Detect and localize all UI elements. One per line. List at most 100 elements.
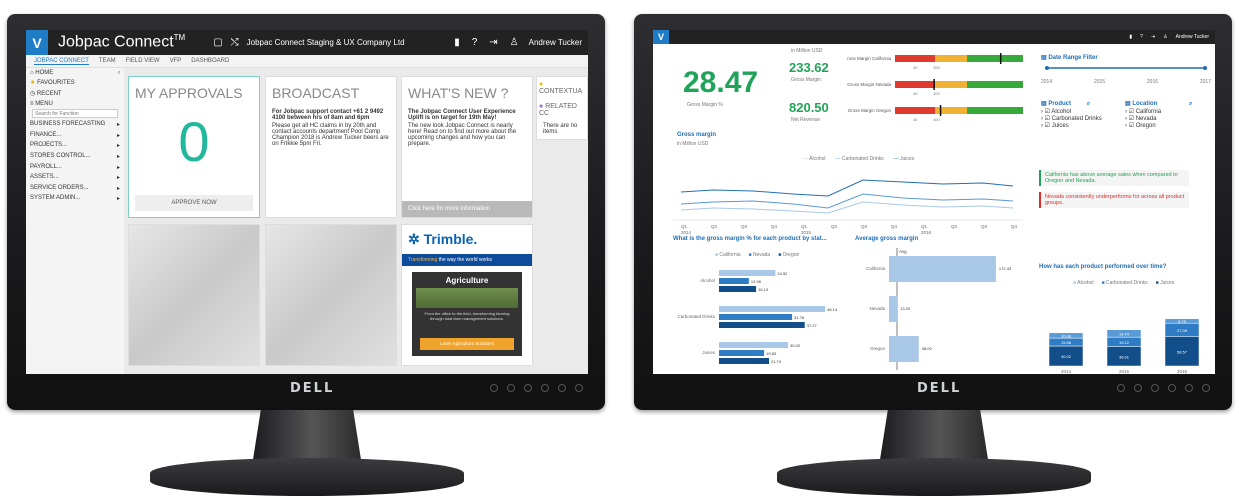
quarter-tick-label: Q3 <box>861 224 868 229</box>
location-option[interactable]: › ☑ Oregon <box>1125 122 1211 129</box>
search-icon[interactable]: ⌕ <box>1189 101 1192 107</box>
avg-title: Average gross margin <box>855 236 919 242</box>
sidebar-item[interactable]: SERVICE ORDERS... ▸ <box>26 183 124 194</box>
arrow-right-icon: ▸ <box>116 143 120 150</box>
quarter-tick-label: Q3 <box>741 224 748 229</box>
contextual-header[interactable]: ● CONTEXTUA <box>537 77 587 99</box>
broadcast-body: Please get all HC claims in by 20th and … <box>272 123 389 147</box>
stack-legend: ■ Alcohol ■ Carbonated Drinks ■ Juices <box>1073 280 1174 286</box>
hbar-legend: ■ California ■ Nevada ■ Oregon <box>715 252 799 258</box>
legend-juices: ■ Juices <box>1155 280 1175 286</box>
date-range-title: ▤ Date Range Filter <box>1041 55 1098 61</box>
logout-icon[interactable]: ⇥ <box>489 37 497 48</box>
tab-jobpac-connect[interactable]: JOBPAC CONNECT <box>34 58 89 65</box>
home-icon: ⌂ <box>30 69 34 76</box>
search-icon[interactable]: ⌕ <box>1087 101 1090 107</box>
chat-icon[interactable]: ▮ <box>1129 34 1132 40</box>
shuffle-icon[interactable]: ⤭ <box>231 37 239 48</box>
related-icon: ● <box>539 103 544 110</box>
sidebar-item[interactable]: PAYROLL... ▸ <box>26 162 124 173</box>
location-option[interactable]: › ☑ Nevada <box>1125 115 1211 122</box>
hbar-bar <box>719 314 793 320</box>
user-name[interactable]: Andrew Tucker <box>1176 34 1209 40</box>
menu-icon: ≡ <box>30 100 34 107</box>
user-name[interactable]: Andrew Tucker <box>529 38 582 47</box>
dashboard-logo-icon[interactable]: V <box>653 30 669 44</box>
collapse-icon[interactable]: ‹ <box>118 70 120 76</box>
logout-icon[interactable]: ⇥ <box>1151 34 1155 40</box>
sidebar-item[interactable]: PROJECTS... ▸ <box>26 141 124 152</box>
whats-new-tile[interactable]: WHAT'S NEW ? The Jobpac Connect User Exp… <box>401 76 533 218</box>
sidebar-item[interactable]: ASSETS... ▸ <box>26 172 124 183</box>
sidebar-menu[interactable]: ≡ MENU <box>26 99 124 109</box>
bullet-band-amber <box>935 55 967 62</box>
trimble-ad-tile[interactable]: ✲ Trimble. Transforming the way the worl… <box>401 224 533 366</box>
more-info-link[interactable]: Click here for more information <box>402 201 532 217</box>
jobpac-logo-icon[interactable]: V <box>26 30 48 55</box>
sidebar-home[interactable]: ⌂ HOME ‹ <box>26 68 124 78</box>
bullet-band-green <box>967 81 1023 88</box>
clock-icon: ◷ <box>30 90 36 97</box>
bullet-marker <box>933 79 935 90</box>
trimble-tagline: Transforming the way the world works <box>402 254 532 266</box>
bullet-marker <box>939 105 942 116</box>
agriculture-button[interactable]: Learn Agriculture Solutions <box>420 338 514 350</box>
sidebar-item[interactable]: SYSTEM ADMIN... ▸ <box>26 194 124 205</box>
help-icon[interactable]: ? <box>472 37 478 48</box>
related-header[interactable]: ● RELATED CC <box>537 99 587 121</box>
star-icon: ★ <box>30 80 36 87</box>
broadcast-tile[interactable]: BROADCAST For Jobpac support contact +61… <box>265 76 397 218</box>
bullet-band-red <box>895 81 935 88</box>
placeholder-tile[interactable] <box>265 224 397 366</box>
hbar-category-label: Juices <box>702 350 716 355</box>
kpi-net-revenue-label: Net Revenue <box>791 117 821 123</box>
gross-margin-line-chart: Q1 Q2 Q3 Q4 Q1 Q2 Q3 Q4 Q1 Q2 Q3 Q4 2014 2015 2016 <box>673 179 1023 234</box>
sidebar-favourites[interactable]: ★ FAVOURITES <box>26 78 124 89</box>
sidebar-item[interactable]: FINANCE... ▸ <box>26 130 124 141</box>
date-range-filter[interactable]: ▤ Date Range Filter 2014 2015 2016 2017 <box>1041 54 1211 85</box>
location-option[interactable]: › ☑ California <box>1125 108 1211 115</box>
company-name[interactable]: Jobpac Connect Staging & UX Company Ltd <box>247 38 405 47</box>
approve-now-button[interactable]: APPROVE NOW <box>135 195 253 211</box>
quarter-tick-label: Q1 <box>921 224 928 229</box>
tab-field-view[interactable]: FIELD VIEW <box>126 58 160 64</box>
calendar-icon[interactable]: ▢ <box>213 37 222 48</box>
product-filter: ▤ Product ⌕ › ☑ Alcohol › ☑ Carbonated D… <box>1041 100 1121 129</box>
stack-value-label: 27.08 <box>1177 328 1188 333</box>
user-icon[interactable]: ♙ <box>510 37 519 48</box>
sidebar-item[interactable]: STORES CONTROL... ▸ <box>26 151 124 162</box>
app-title: Jobpac ConnectTM <box>58 33 186 51</box>
product-option[interactable]: › ☑ Juices <box>1041 122 1121 129</box>
monitor-buttons[interactable] <box>1117 384 1210 392</box>
chat-icon[interactable]: ▮ <box>454 37 460 48</box>
sidebar-recent[interactable]: ◷ RECENT <box>26 88 124 99</box>
year-tick-label: 2015 <box>801 230 812 234</box>
help-icon[interactable]: ? <box>1140 34 1143 40</box>
hbar-value-label: 16.13 <box>758 287 769 292</box>
tab-dashboard[interactable]: DASHBOARD <box>191 58 229 64</box>
avg-value-label: 172.43 <box>999 266 1012 271</box>
left-screen: V Jobpac ConnectTM ▢ ⤭ Jobpac Connect St… <box>26 30 588 374</box>
my-approvals-tile[interactable]: MY APPROVALS 0 APPROVE NOW <box>128 76 260 218</box>
filter-icon: ▤ <box>1125 101 1131 107</box>
kpi-gross-margin-pct-label: Gross Margin % <box>687 102 723 108</box>
placeholder-tile[interactable] <box>128 224 260 366</box>
stack-year-label: 2015 <box>1119 369 1130 374</box>
tab-team[interactable]: TEAM <box>99 58 116 64</box>
stack-value-label: 8.78 <box>1178 319 1187 324</box>
product-option[interactable]: › ☑ Alcohol <box>1041 108 1121 115</box>
hbar-category-label: Alcohol <box>700 278 715 283</box>
user-icon[interactable]: ♙ <box>1163 34 1167 40</box>
function-search-input[interactable] <box>32 109 118 119</box>
monitor-buttons[interactable] <box>490 384 583 392</box>
product-option[interactable]: › ☑ Carbonated Drinks <box>1041 115 1121 122</box>
stack-value-label: 15.88 <box>1061 340 1072 345</box>
date-range-slider[interactable] <box>1041 62 1211 74</box>
tab-vfp[interactable]: VFP <box>170 58 182 64</box>
stack-value-label: 58.57 <box>1177 349 1188 354</box>
legend-carbonated: ■ Carbonated Drinks <box>1101 280 1148 286</box>
agriculture-text: From the office to the field, transformi… <box>424 311 510 321</box>
bullet-tick: 40 <box>913 91 918 96</box>
sidebar-item[interactable]: BUSINESS FORECASTING ▸ <box>26 119 124 130</box>
bullet-band-green <box>967 55 1023 62</box>
